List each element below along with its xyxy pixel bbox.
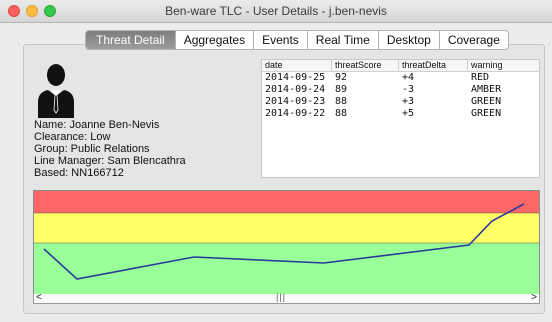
tab-bar: Threat Detail Aggregates Events Real Tim… — [85, 30, 509, 50]
cell-warning: RED — [471, 72, 490, 83]
table-row[interactable]: 2014-09-25 92 +4 RED — [262, 72, 539, 84]
app-window: Ben-ware TLC - User Details - j.ben-nevi… — [0, 0, 552, 322]
tab-coverage[interactable]: Coverage — [440, 31, 508, 49]
user-name: Name: Joanne Ben-Nevis — [34, 119, 160, 131]
scroll-grip[interactable]: ||| — [276, 292, 286, 302]
column-header-threat-score[interactable]: threatScore — [332, 60, 399, 71]
cell-threat-score: 89 — [335, 84, 348, 95]
tab-real-time[interactable]: Real Time — [308, 31, 379, 49]
cell-warning: AMBER — [471, 84, 502, 95]
cell-threat-delta: -3 — [402, 84, 415, 95]
cell-date: 2014-09-23 — [265, 96, 326, 107]
cell-threat-delta: +4 — [402, 72, 415, 83]
tab-aggregates[interactable]: Aggregates — [176, 31, 255, 49]
scroll-left-arrow-icon[interactable]: < — [36, 292, 42, 303]
user-group: Group: Public Relations — [34, 143, 150, 155]
tab-desktop[interactable]: Desktop — [379, 31, 440, 49]
threat-chart — [33, 190, 540, 295]
cell-threat-score: 92 — [335, 72, 348, 83]
column-header-threat-delta[interactable]: threatDelta — [399, 60, 468, 71]
threat-table[interactable]: date threatScore threatDelta warning 201… — [261, 59, 540, 178]
cell-date: 2014-09-25 — [265, 72, 326, 83]
band-red — [34, 191, 539, 213]
chart-horizontal-scrollbar[interactable]: < ||| > — [33, 292, 540, 304]
table-row[interactable]: 2014-09-22 88 +5 GREEN — [262, 108, 539, 120]
cell-warning: GREEN — [471, 108, 502, 119]
user-based: Based: NN166712 — [34, 167, 124, 179]
title-bar: Ben-ware TLC - User Details - j.ben-nevi… — [0, 0, 552, 23]
user-clearance: Clearance: Low — [34, 131, 111, 143]
band-green — [34, 243, 539, 294]
user-info: Name: Joanne Ben-Nevis Clearance: Low Gr… — [34, 119, 186, 179]
tab-threat-detail[interactable]: Threat Detail — [86, 31, 176, 49]
table-row[interactable]: 2014-09-23 88 +3 GREEN — [262, 96, 539, 108]
cell-date: 2014-09-24 — [265, 84, 326, 95]
cell-threat-delta: +3 — [402, 96, 415, 107]
cell-warning: GREEN — [471, 96, 502, 107]
user-line-manager: Line Manager: Sam Blencathra — [34, 155, 186, 167]
table-header: date threatScore threatDelta warning — [262, 60, 539, 72]
tab-events[interactable]: Events — [254, 31, 308, 49]
band-amber — [34, 213, 539, 243]
cell-threat-score: 88 — [335, 108, 348, 119]
cell-threat-delta: +5 — [402, 108, 415, 119]
user-avatar-icon — [38, 64, 74, 118]
column-header-date[interactable]: date — [262, 60, 332, 71]
column-header-warning[interactable]: warning — [468, 60, 539, 71]
scroll-right-arrow-icon[interactable]: > — [531, 292, 537, 303]
table-row[interactable]: 2014-09-24 89 -3 AMBER — [262, 84, 539, 96]
window-title: Ben-ware TLC - User Details - j.ben-nevi… — [165, 4, 387, 18]
cell-date: 2014-09-22 — [265, 108, 326, 119]
cell-threat-score: 88 — [335, 96, 348, 107]
